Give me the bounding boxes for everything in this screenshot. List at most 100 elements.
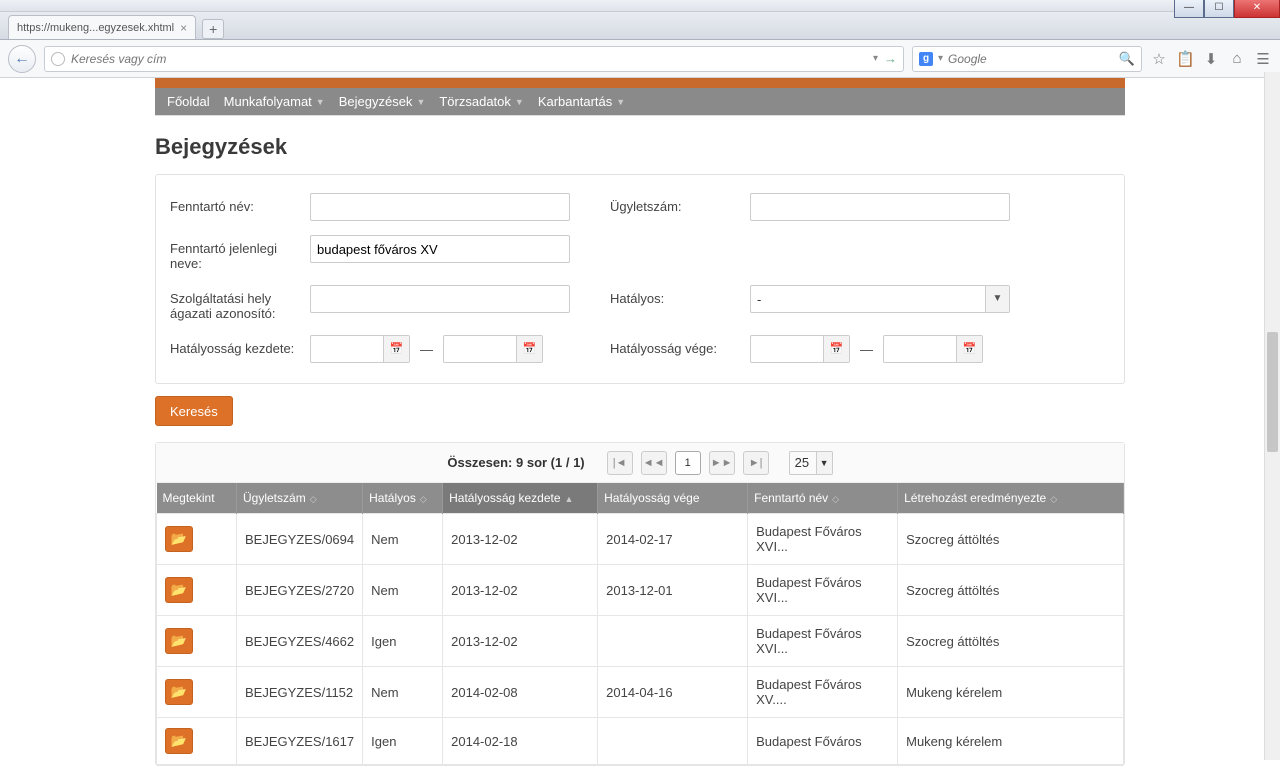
chevron-down-icon: ▼ xyxy=(316,97,325,107)
label-fenntarto-jelenlegi: Fenntartó jelenlegi neve: xyxy=(170,235,310,271)
calendar-icon[interactable]: 📅 xyxy=(383,336,409,362)
table-row: 📂BEJEGYZES/1152Nem2014-02-082014-04-16Bu… xyxy=(157,667,1124,718)
input-fenntarto-jelenlegi[interactable] xyxy=(310,235,570,263)
col-kezdete[interactable]: Hatályosság kezdete▲ xyxy=(443,483,598,514)
date-vege-to[interactable]: 📅 xyxy=(883,335,983,363)
pager-next[interactable]: ►► xyxy=(709,451,735,475)
main-menu: Főoldal Munkafolyamat▼ Bejegyzések▼ Törz… xyxy=(155,88,1125,116)
range-dash: — xyxy=(860,342,873,357)
open-row-button[interactable]: 📂 xyxy=(165,577,193,603)
date-kezdete-to[interactable]: 📅 xyxy=(443,335,543,363)
cell-letrehozas: Mukeng kérelem xyxy=(898,667,1124,718)
search-input[interactable] xyxy=(948,52,1114,66)
pager-prev[interactable]: ◄◄ xyxy=(641,451,667,475)
col-hatalyos[interactable]: Hatályos◇ xyxy=(363,483,443,514)
cell-vege xyxy=(598,616,748,667)
back-button[interactable]: ← xyxy=(8,45,36,73)
cell-letrehozas: Szocreg áttöltés xyxy=(898,616,1124,667)
col-view[interactable]: Megtekint xyxy=(157,483,237,514)
cell-hatalyos: Nem xyxy=(363,514,443,565)
results-table: Megtekint Ügyletszám◇ Hatályos◇ Hatályos… xyxy=(156,483,1124,765)
close-tab-icon[interactable]: × xyxy=(180,21,187,35)
pager-summary: Összesen: 9 sor (1 / 1) xyxy=(447,455,584,470)
input-fenntarto-nev[interactable] xyxy=(310,193,570,221)
open-row-button[interactable]: 📂 xyxy=(165,526,193,552)
cell-vege xyxy=(598,718,748,765)
table-row: 📂BEJEGYZES/1617Igen2014-02-18Budapest Fő… xyxy=(157,718,1124,765)
open-row-button[interactable]: 📂 xyxy=(165,679,193,705)
range-dash: — xyxy=(420,342,433,357)
cell-letrehozas: Mukeng kérelem xyxy=(898,718,1124,765)
col-letrehozas[interactable]: Létrehozást eredményezte◇ xyxy=(898,483,1124,514)
hamburger-menu-icon[interactable]: ☰ xyxy=(1254,50,1272,68)
calendar-icon[interactable]: 📅 xyxy=(516,336,542,362)
filter-panel: Fenntartó név: Ügyletszám: Fenntartó jel… xyxy=(155,174,1125,384)
pager-page-1[interactable]: 1 xyxy=(675,451,701,475)
open-row-button[interactable]: 📂 xyxy=(165,628,193,654)
go-icon[interactable]: → xyxy=(884,51,897,66)
input-szolg-hely[interactable] xyxy=(310,285,570,313)
menu-bejegyzesek[interactable]: Bejegyzések▼ xyxy=(339,94,426,109)
sort-icon: ◇ xyxy=(832,494,839,504)
page-title: Bejegyzések xyxy=(155,134,1125,160)
sort-asc-icon: ▲ xyxy=(565,494,574,504)
search-button[interactable]: Keresés xyxy=(155,396,233,426)
label-szolg-hely: Szolgáltatási hely ágazati azonosító: xyxy=(170,285,310,321)
col-ugyletszam[interactable]: Ügyletszám◇ xyxy=(237,483,363,514)
search-engine-dropdown-icon[interactable]: ▾ xyxy=(938,53,943,64)
cell-fenntarto: Budapest Főváros XVI... xyxy=(748,565,898,616)
cell-kezdete: 2014-02-18 xyxy=(443,718,598,765)
chevron-down-icon: ▼ xyxy=(985,286,1009,312)
chevron-down-icon: ▼ xyxy=(616,97,625,107)
cell-kezdete: 2013-12-02 xyxy=(443,616,598,667)
browser-tab[interactable]: https://mukeng...egyzesek.xhtml × xyxy=(8,15,196,39)
url-dropdown-icon[interactable]: ▾ xyxy=(873,53,878,64)
chevron-down-icon: ▼ xyxy=(816,452,832,474)
date-kezdete-from[interactable]: 📅 xyxy=(310,335,410,363)
clipboard-icon[interactable]: 📋 xyxy=(1176,50,1194,68)
menu-karbantartas[interactable]: Karbantartás▼ xyxy=(538,94,625,109)
browser-search-box[interactable]: g ▾ 🔍 xyxy=(912,46,1142,72)
table-row: 📂BEJEGYZES/4662Igen2013-12-02Budapest Fő… xyxy=(157,616,1124,667)
google-icon: g xyxy=(919,52,933,66)
pager-first[interactable]: |◄ xyxy=(607,451,633,475)
address-bar[interactable]: ▾ → xyxy=(44,46,904,72)
col-vege[interactable]: Hatályosság vége xyxy=(598,483,748,514)
download-icon[interactable]: ⬇ xyxy=(1202,50,1220,68)
menu-munkafolyamat[interactable]: Munkafolyamat▼ xyxy=(224,94,325,109)
select-hatalyos-value: - xyxy=(757,292,761,307)
cell-fenntarto: Budapest Főváros XVI... xyxy=(748,514,898,565)
col-fenntarto[interactable]: Fenntartó név◇ xyxy=(748,483,898,514)
window-close-button[interactable]: ✕ xyxy=(1234,0,1280,18)
browser-toolbar: ← ▾ → g ▾ 🔍 ☆ 📋 ⬇ ⌂ ☰ xyxy=(0,40,1280,78)
menu-fooldal[interactable]: Főoldal xyxy=(167,94,210,109)
cell-kezdete: 2014-02-08 xyxy=(443,667,598,718)
table-row: 📂BEJEGYZES/0694Nem2013-12-022014-02-17Bu… xyxy=(157,514,1124,565)
cell-ugyletszam: BEJEGYZES/0694 xyxy=(237,514,363,565)
pager-last[interactable]: ►| xyxy=(743,451,769,475)
home-icon[interactable]: ⌂ xyxy=(1228,50,1246,67)
chevron-down-icon: ▼ xyxy=(515,97,524,107)
cell-letrehozas: Szocreg áttöltés xyxy=(898,514,1124,565)
open-row-button[interactable]: 📂 xyxy=(165,728,193,754)
input-ugyletszam[interactable] xyxy=(750,193,1010,221)
scrollbar-thumb[interactable] xyxy=(1267,332,1278,452)
calendar-icon[interactable]: 📅 xyxy=(823,336,849,362)
window-maximize-button[interactable]: ☐ xyxy=(1204,0,1234,18)
cell-vege: 2014-04-16 xyxy=(598,667,748,718)
search-icon[interactable]: 🔍 xyxy=(1119,51,1135,67)
new-tab-button[interactable]: + xyxy=(202,19,224,39)
select-hatalyos[interactable]: - ▼ xyxy=(750,285,1010,313)
vertical-scrollbar[interactable] xyxy=(1264,72,1280,760)
pager-pagesize-select[interactable]: 25 ▼ xyxy=(789,451,833,475)
calendar-icon[interactable]: 📅 xyxy=(956,336,982,362)
cell-fenntarto: Budapest Főváros XVI... xyxy=(748,616,898,667)
header-orange-bar xyxy=(155,78,1125,88)
date-vege-from[interactable]: 📅 xyxy=(750,335,850,363)
bookmark-star-icon[interactable]: ☆ xyxy=(1150,50,1168,68)
sort-icon: ◇ xyxy=(420,494,427,504)
url-input[interactable] xyxy=(71,52,867,66)
label-hatalyossag-kezdete: Hatályosság kezdete: xyxy=(170,335,310,356)
window-minimize-button[interactable]: — xyxy=(1174,0,1204,18)
menu-torzsadatok[interactable]: Törzsadatok▼ xyxy=(439,94,523,109)
